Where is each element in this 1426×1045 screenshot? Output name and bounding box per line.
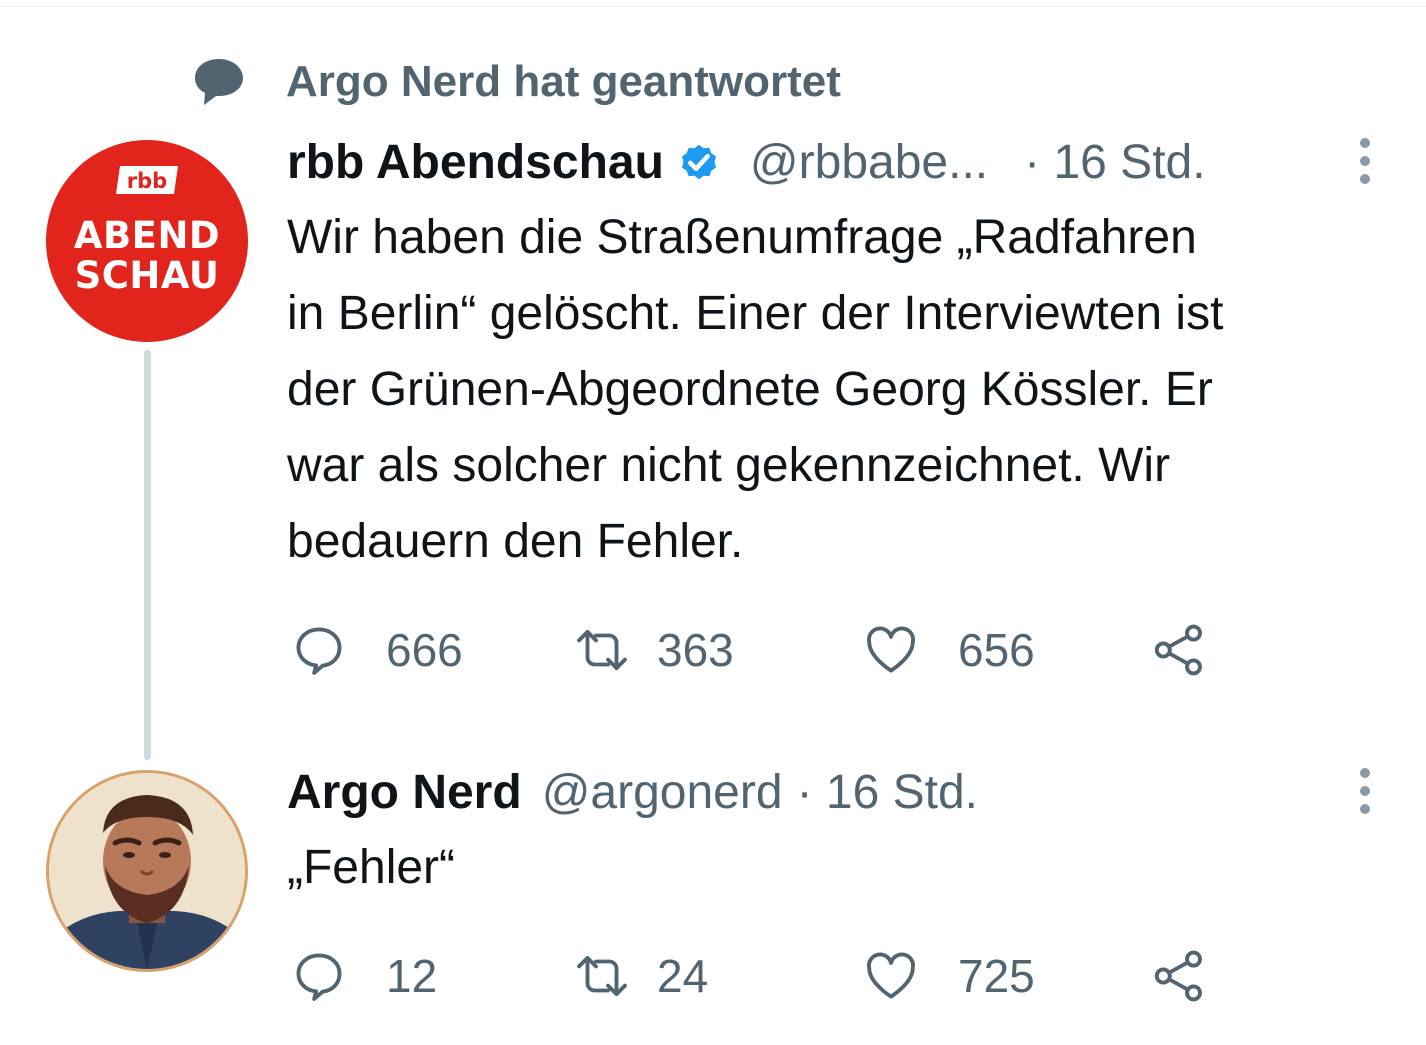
author-name[interactable]: Argo Nerd <box>287 765 522 820</box>
retweet-icon <box>577 955 627 997</box>
retweet-icon <box>577 629 627 671</box>
like-count: 656 <box>958 624 1035 676</box>
avatar-argo-nerd[interactable] <box>46 770 248 972</box>
reply-count: 666 <box>386 624 463 676</box>
share-icon <box>1154 950 1202 1002</box>
svg-text:rbb: rbb <box>127 169 167 193</box>
tweet-actions: 12 24 725 <box>290 946 1270 1006</box>
retweet-button[interactable]: 363 <box>573 620 734 680</box>
author-name[interactable]: rbb Abendschau <box>287 135 664 190</box>
tweet-text-line: „Fehler“ <box>287 841 456 894</box>
share-button[interactable] <box>1150 946 1208 1006</box>
reply-icon <box>296 627 342 675</box>
tweet-text-line: Wir haben die Straßenumfrage „Radfahren <box>287 211 1197 264</box>
heart-icon <box>867 952 915 999</box>
reply-context-text: Argo Nerd hat geantwortet <box>286 57 841 106</box>
more-options-icon[interactable] <box>1350 766 1380 816</box>
author-handle[interactable]: @rbbabe... <box>750 135 988 190</box>
tweet-header: rbb Abendschau @rbbabe... · 16 Std. <box>287 132 1206 192</box>
more-options-icon[interactable] <box>1350 136 1380 186</box>
tweet-header: Argo Nerd @argonerd · 16 Std. <box>287 762 978 822</box>
like-count: 725 <box>958 950 1035 1002</box>
tweet-text: Wir haben die Straßenumfrage „Radfahren … <box>287 200 1223 580</box>
share-icon <box>1154 624 1202 676</box>
heart-icon <box>867 626 915 673</box>
reply-button[interactable]: 12 <box>290 946 437 1006</box>
tweet-text-line: in Berlin“ gelöscht. Einer der Interview… <box>287 287 1224 340</box>
tweet-time[interactable]: · 16 Std. <box>1024 135 1205 190</box>
rbb-logo-icon: rbb <box>116 166 178 194</box>
share-button[interactable] <box>1150 620 1208 680</box>
retweet-count: 24 <box>657 950 709 1002</box>
like-button[interactable]: 725 <box>862 946 1035 1006</box>
reply-button[interactable]: 666 <box>290 620 463 680</box>
reply-icon <box>296 953 342 1001</box>
retweet-count: 363 <box>657 624 734 676</box>
tweet-text-line: bedauern den Fehler. <box>287 515 744 568</box>
top-divider <box>0 0 1426 7</box>
avatar-text-line1: ABEND <box>73 214 221 257</box>
retweet-button[interactable]: 24 <box>573 946 708 1006</box>
tweet-actions: 666 363 656 <box>290 620 1270 680</box>
person-portrait-icon <box>49 773 245 969</box>
tweet-time[interactable]: · 16 Std. <box>797 765 978 820</box>
tweet-text: „Fehler“ <box>287 830 455 906</box>
like-button[interactable]: 656 <box>862 620 1035 680</box>
avatar-text-line2: SCHAU <box>74 254 220 297</box>
speech-bubble-icon <box>195 59 243 105</box>
thread-line <box>144 350 151 760</box>
tweet-text-line: der Grünen-Abgeordnete Georg Kössler. Er <box>287 363 1213 416</box>
author-handle[interactable]: @argonerd <box>542 765 783 820</box>
reply-context[interactable]: Argo Nerd hat geantwortet <box>192 52 841 112</box>
avatar-rbb-abendschau[interactable]: rbb ABEND SCHAU <box>46 140 248 342</box>
reply-count: 12 <box>386 950 438 1002</box>
tweet-text-line: war als solcher nicht gekennzeichnet. Wi… <box>287 439 1171 492</box>
verified-badge-icon <box>681 144 716 180</box>
